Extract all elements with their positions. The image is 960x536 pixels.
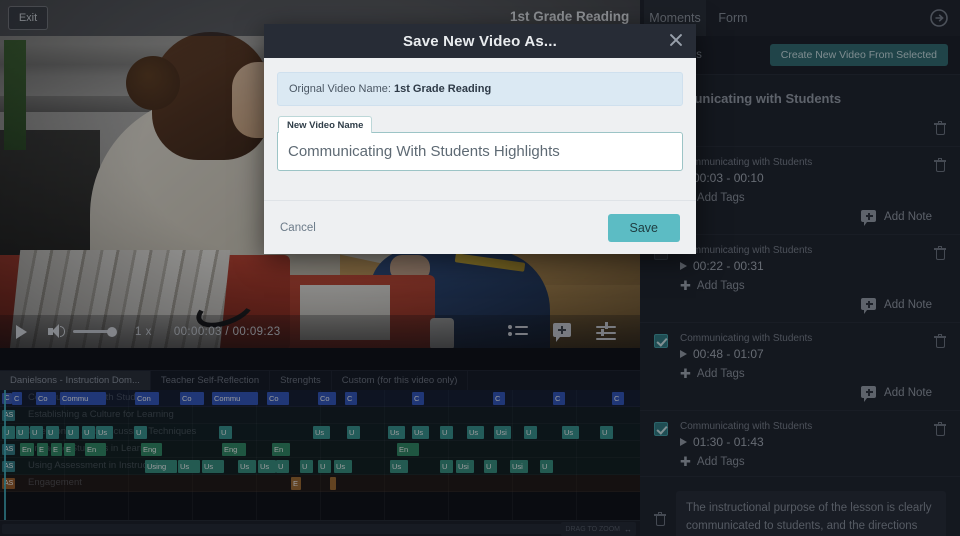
cancel-button[interactable]: Cancel <box>280 222 316 234</box>
original-video-banner: Orignal Video Name: 1st Grade Reading <box>277 72 683 106</box>
save-new-video-modal: Save New Video As... Orignal Video Name:… <box>264 24 696 254</box>
original-video-value: 1st Grade Reading <box>393 83 492 95</box>
original-video-label: Orignal Video Name: <box>289 83 391 95</box>
save-button[interactable]: Save <box>607 213 680 242</box>
new-video-name-label: New Video Name <box>278 116 373 133</box>
modal-title: Save New Video As... <box>402 32 558 50</box>
close-icon[interactable] <box>668 32 684 48</box>
modal-footer: Cancel Save <box>264 200 696 254</box>
modal-body: Orignal Video Name: 1st Grade Reading Ne… <box>264 58 696 200</box>
modal-header: Save New Video As... <box>264 24 696 58</box>
new-video-name-input[interactable] <box>277 132 683 171</box>
new-video-name-field: New Video Name <box>277 115 683 171</box>
app-root: 1 x 00:00:03 / 00:09:23 Danielsons - Ins… <box>0 0 960 536</box>
